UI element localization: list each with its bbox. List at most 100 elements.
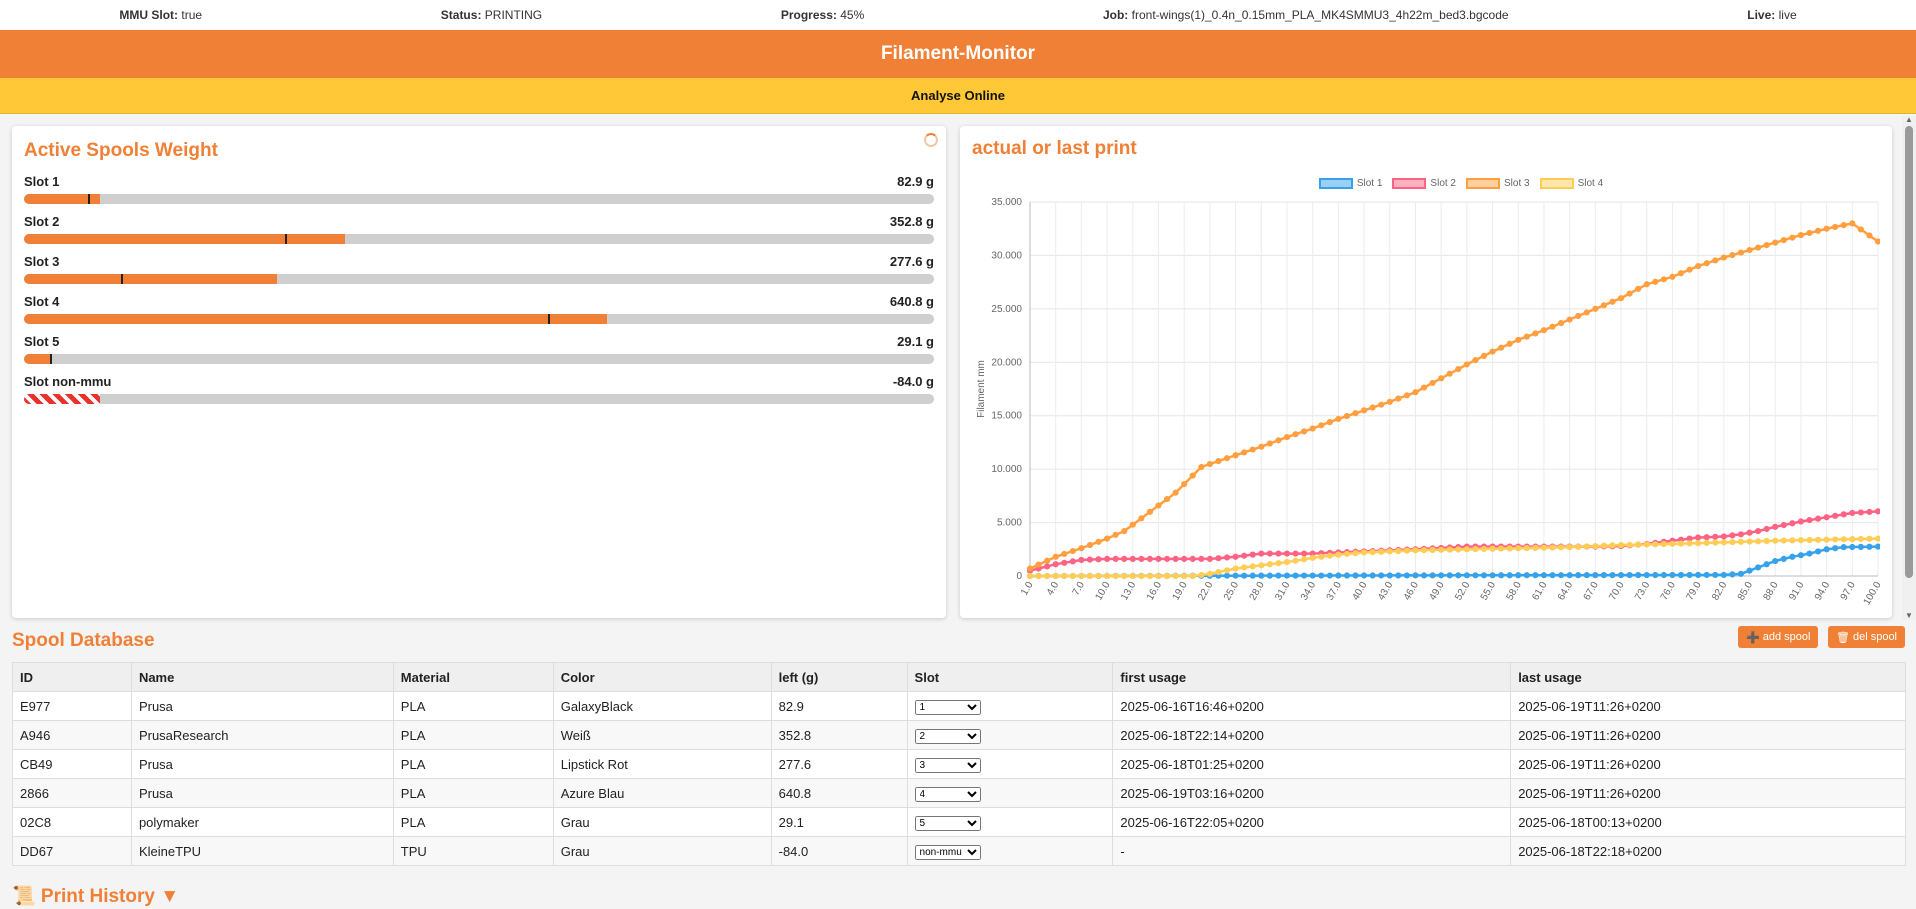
series-point <box>1772 537 1779 544</box>
scrollbar-thumb[interactable] <box>1905 126 1913 578</box>
series-point <box>1737 570 1745 577</box>
cell-color: Grau <box>552 807 772 837</box>
series-point <box>1292 550 1299 557</box>
series-point <box>1669 571 1676 579</box>
slot-select[interactable]: 3 <box>914 757 981 773</box>
vertical-scrollbar[interactable]: ▲ ▼ <box>1902 116 1916 620</box>
table-row[interactable]: 02C8 polymaker PLA Grau 29.1 5 2025-06-16T22:0… <box>12 807 1906 837</box>
series-point <box>1703 539 1710 546</box>
analyse-online-banner[interactable]: Analyse Online <box>0 78 1916 114</box>
slot-label: Slot 4 <box>24 294 60 309</box>
series-point <box>1249 572 1256 579</box>
series-point <box>1206 460 1213 468</box>
column-header[interactable]: ID <box>12 662 132 692</box>
legend-item[interactable]: Slot 1 <box>1318 176 1382 190</box>
series-point <box>1198 571 1205 579</box>
series-point <box>1575 572 1582 579</box>
cell-left: 352.8 <box>770 720 908 750</box>
series-point <box>1223 567 1231 574</box>
column-header[interactable]: last usage <box>1510 662 1906 692</box>
series-point <box>1035 561 1042 568</box>
cell-color: Grau <box>552 836 772 866</box>
series-point <box>1412 572 1419 579</box>
chart-area: Slot 1 Slot 2 Slot 3 Slot 4 0 5.000 10.000 15.… <box>972 176 1884 616</box>
series-point <box>1532 544 1539 551</box>
series-point <box>1283 433 1291 441</box>
series-point <box>1275 560 1282 567</box>
active-spools-panel: Active Spools Weight Slot 1 82.9 g Slot 2 3… <box>12 126 946 618</box>
slot-row: Slot 2 352.8 g <box>24 214 934 230</box>
column-header[interactable]: Material <box>392 662 554 692</box>
slot-label: Slot 5 <box>24 334 60 349</box>
table-row[interactable]: DD67 KleineTPU TPU Grau -84.0 non-mmu -2025-06… <box>12 836 1906 866</box>
series-point <box>1489 348 1496 355</box>
x-tick-label: 73.0 <box>1633 580 1652 603</box>
slot-select[interactable]: 1 <box>914 699 981 715</box>
scroll-up-arrow-icon[interactable]: ▲ <box>1905 116 1913 124</box>
cell-slot: 4 <box>906 778 1114 808</box>
table-row[interactable]: E977 Prusa PLA GalaxyBlack 82.9 1 2025-06-16T1… <box>12 691 1906 721</box>
series-point <box>1515 572 1522 579</box>
cell-slot: 2 <box>906 720 1114 750</box>
series-point <box>1515 545 1522 552</box>
slot-select[interactable]: non-mmu <box>914 844 981 860</box>
slot-usage-marker <box>50 354 53 364</box>
series-point <box>1797 537 1805 544</box>
slot-select[interactable]: 2 <box>914 728 981 744</box>
series-point <box>1301 550 1308 557</box>
legend-item[interactable]: Slot 4 <box>1539 176 1603 190</box>
series-point <box>1052 553 1059 560</box>
series-point <box>1266 572 1273 579</box>
series-point <box>1489 572 1496 579</box>
series-point <box>1343 572 1351 579</box>
slot-item: Slot 3 277.6 g <box>24 254 934 284</box>
series-point <box>1695 540 1702 547</box>
column-header[interactable]: first usage <box>1112 662 1512 692</box>
scroll-down-arrow-icon[interactable]: ▼ <box>1905 612 1913 620</box>
table-row[interactable]: 2866 Prusa PLA Azure Blau 640.8 4 2025-06-19T0… <box>12 778 1906 808</box>
slot-weight: 82.9 g <box>897 174 934 189</box>
table-row[interactable]: CB49 Prusa PLA Lipstick Rot 277.6 3 2025-06-18… <box>12 749 1906 779</box>
slot-item: Slot 1 82.9 g <box>24 174 934 204</box>
cell-name: Prusa <box>130 749 394 779</box>
del-spool-button[interactable]: 🗑 del spool <box>1828 626 1906 648</box>
series-point <box>1146 555 1154 563</box>
series-point <box>1754 564 1762 571</box>
series-point <box>1163 495 1171 503</box>
series-point <box>1643 541 1650 548</box>
cell-id: 2866 <box>12 778 132 808</box>
series-point <box>1129 521 1136 528</box>
printer-status: Status: PRINTING <box>440 8 543 22</box>
column-header[interactable]: Name <box>130 662 394 692</box>
column-header[interactable]: Color <box>552 662 772 692</box>
slot-weight: 29.1 g <box>897 334 934 349</box>
series-point <box>1532 330 1539 337</box>
legend-item[interactable]: Slot 3 <box>1466 176 1530 190</box>
series-point <box>1763 525 1770 533</box>
print-history-toggle[interactable]: 📜 Print History ▼ <box>12 884 179 908</box>
series-point <box>1754 244 1762 251</box>
series-point <box>1849 509 1856 517</box>
column-header[interactable]: left (g) <box>770 662 908 692</box>
chart-panel-title: actual or last print <box>972 138 1137 159</box>
slot-select[interactable]: 5 <box>914 815 981 831</box>
series-point <box>1780 555 1787 563</box>
series-point <box>1241 572 1248 579</box>
series-point <box>1172 489 1179 496</box>
slot-list: Slot 1 82.9 g Slot 2 352.8 g Slot 3 277.6 g Sl… <box>24 174 934 404</box>
spools-panel-title: Active Spools Weight <box>24 140 218 161</box>
x-tick-label: 34.0 <box>1299 580 1318 603</box>
legend-item[interactable]: Slot 2 <box>1392 176 1456 190</box>
series-point <box>1857 543 1864 550</box>
cell-color: GalaxyBlack <box>552 691 772 721</box>
slot-select[interactable]: 4 <box>914 786 981 802</box>
column-header[interactable]: Slot <box>906 662 1114 692</box>
add-spool-button[interactable]: ➕ add spool <box>1738 626 1819 648</box>
slot-weight-fill <box>24 274 277 284</box>
series-point <box>1292 572 1299 579</box>
x-tick-label: 49.0 <box>1427 580 1446 603</box>
chart-legend[interactable]: Slot 1 Slot 2 Slot 3 Slot 4 <box>1042 176 1880 190</box>
table-row[interactable]: A946 PrusaResearch PLA Weiß 352.8 2 2025-06-18… <box>12 720 1906 750</box>
series-point <box>1138 555 1145 563</box>
cell-id: CB49 <box>12 749 132 779</box>
